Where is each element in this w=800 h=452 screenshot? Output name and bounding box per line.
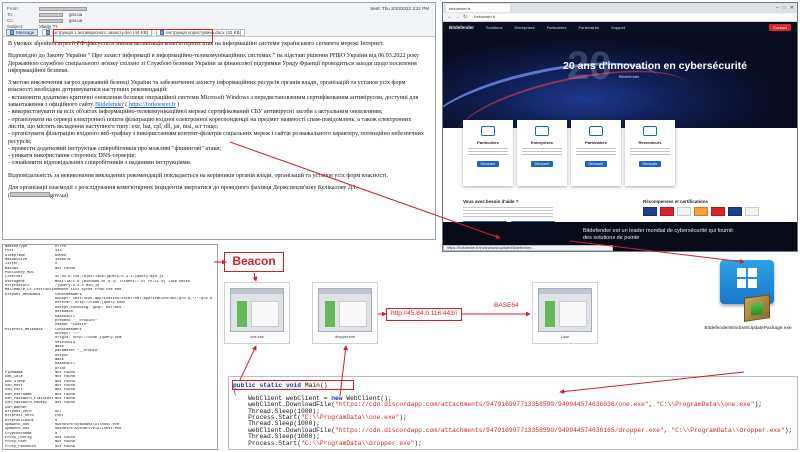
card-button[interactable]: Découvrir xyxy=(477,161,499,167)
awards-title: Récompenses et certifications xyxy=(643,199,709,204)
footer-strip: Bitdefender est un leader mondial de cyb… xyxy=(443,222,797,251)
product-cards: Particuliers Découvrir Entreprises Décou… xyxy=(463,120,675,186)
config-row: Proxy_BehaviorUse IE settings xyxy=(3,449,217,450)
award-badges xyxy=(643,207,773,216)
product-card[interactable]: Entreprises Découvrir xyxy=(517,120,567,186)
award-badge-icon xyxy=(643,207,657,216)
award-badge-icon xyxy=(745,207,759,216)
email-body: В умовах збройної агресії РФ фіксується … xyxy=(3,37,435,201)
email-paragraph: Відповідальність за невиконання викладен… xyxy=(8,172,389,179)
forward-icon[interactable]: → xyxy=(455,14,460,20)
email-paragraph: З метою виключення загроз державній безп… xyxy=(8,80,424,167)
c2-highlight-box xyxy=(53,29,213,43)
file-lose: Lose xyxy=(532,282,598,344)
footer-text: Bitdefender est un leader mondial de cyb… xyxy=(583,228,733,241)
window-thumbnail-icon xyxy=(538,287,592,332)
award-badge-icon xyxy=(711,207,725,216)
window-thumbnail-icon xyxy=(230,287,284,332)
bitdefender-link[interactable]: Bitdefender xyxy=(95,102,124,108)
email-paragraph: Відповідно до Закону України " Про захис… xyxy=(8,53,420,74)
status-bar-url: https://forkoester.fr/fr/windows/update/… xyxy=(443,245,613,251)
hero-banner: 20 20 ans d'innovation en cybersécurité … xyxy=(443,32,797,128)
beacon-label: Beacon xyxy=(224,252,284,272)
address-bar: ← → ↻ forkoester.fr xyxy=(443,13,797,22)
forkoester-link[interactable]: https://forkoester.fr xyxy=(129,102,176,108)
hero-subtitle: Bitdefender xyxy=(619,74,640,79)
file-one-exe: one.exe xyxy=(224,282,290,344)
installer-file-name: BitdefenderWindowsUpdatePackage.exe xyxy=(704,326,792,331)
sent-date: Sent: Thu 3/10/2022 3:21 PM xyxy=(370,6,429,11)
config-value: Use IE settings xyxy=(55,449,217,450)
card-button[interactable]: Découvrir xyxy=(585,161,607,167)
attachment-message[interactable]: Message xyxy=(6,29,39,36)
file-name: one.exe xyxy=(250,334,264,339)
browser-tab[interactable]: forkoester.fr xyxy=(446,4,510,12)
nav-item[interactable]: Partenaires xyxy=(579,25,599,30)
installer-file: BitdefenderWindowsUpdatePackage.exe xyxy=(700,256,796,376)
help-title: Vous avez besoin d'aide ? xyxy=(463,199,519,204)
handshake-icon xyxy=(589,126,603,136)
nav-item[interactable]: Support xyxy=(611,25,625,30)
nav-item[interactable]: Entreprises xyxy=(514,25,534,30)
product-card[interactable]: Particuliers Découvrir xyxy=(463,120,513,186)
beacon-config-dump: BeaconType HTTPS Port 443 SleepTime 60000 MaxG… xyxy=(2,244,218,450)
hero-title: 20 ans d'innovation en cybersécurité xyxy=(563,60,747,72)
product-card[interactable]: Partenaires Découvrir xyxy=(571,120,621,186)
product-card[interactable]: Revendeurs Découvrir xyxy=(625,120,675,186)
award-badge-icon xyxy=(677,207,691,216)
award-badge-icon xyxy=(660,207,674,216)
building-icon xyxy=(535,126,549,136)
contact-redacted xyxy=(10,192,51,198)
file-dropper-exe: dropper.exe xyxy=(312,282,378,344)
arrow-beacon-to-one-exe xyxy=(252,272,258,282)
site-nav: Bitdefender Solutions Entreprises Partic… xyxy=(443,22,797,32)
tab-strip: forkoester.fr – □ ✕ xyxy=(443,3,797,13)
award-badge-icon xyxy=(694,207,708,216)
installer-package-icon xyxy=(744,294,770,322)
store-icon xyxy=(643,126,657,136)
minimize-icon[interactable]: – xyxy=(776,5,779,11)
nav-item[interactable]: Solutions xyxy=(486,25,502,30)
site-logo[interactable]: Bitdefender xyxy=(449,25,474,30)
to-redacted xyxy=(39,12,63,17)
reload-icon[interactable]: ↻ xyxy=(463,14,467,20)
maximize-icon[interactable]: □ xyxy=(783,5,786,11)
arrow-code-to-one-exe xyxy=(239,345,257,381)
window-controls: – □ ✕ xyxy=(776,5,794,11)
card-button[interactable]: Découvrir xyxy=(531,161,553,167)
back-icon[interactable]: ← xyxy=(447,14,452,20)
nav-item[interactable]: Particuliers xyxy=(547,25,567,30)
window-thumbnail-icon xyxy=(318,287,372,332)
close-icon[interactable]: ✕ xyxy=(790,5,794,11)
file-name: Lose xyxy=(560,334,570,339)
base64-label: BASE64 xyxy=(494,302,519,309)
contact-button[interactable]: Contact xyxy=(769,23,791,31)
browser-window: forkoester.fr – □ ✕ ← → ↻ forkoester.fr … xyxy=(442,2,798,252)
award-badge-icon xyxy=(728,207,742,216)
card-button[interactable]: Découvrir xyxy=(639,161,661,167)
awards-section: Récompenses et certifications xyxy=(643,199,773,216)
from-redacted xyxy=(39,6,87,11)
cc-redacted xyxy=(39,18,63,23)
envelope-icon xyxy=(10,30,14,35)
url-field[interactable]: forkoester.fr xyxy=(470,14,793,20)
main-highlight-box xyxy=(232,380,354,390)
code-line: Process.Start("C:\\ProgramData\\dropper.… xyxy=(233,439,422,447)
cc-domain: gov.ua xyxy=(69,18,83,23)
laptop-icon xyxy=(481,126,495,136)
word-doc-icon xyxy=(46,30,51,35)
file-name: dropper.exe xyxy=(334,334,356,339)
email-paragraph: Для організації взаємодії з розслідуванн… xyxy=(8,185,358,200)
c2-url-box: http://45.84.0.116:443/i xyxy=(386,308,462,321)
config-key: Proxy_Behavior xyxy=(3,449,55,450)
